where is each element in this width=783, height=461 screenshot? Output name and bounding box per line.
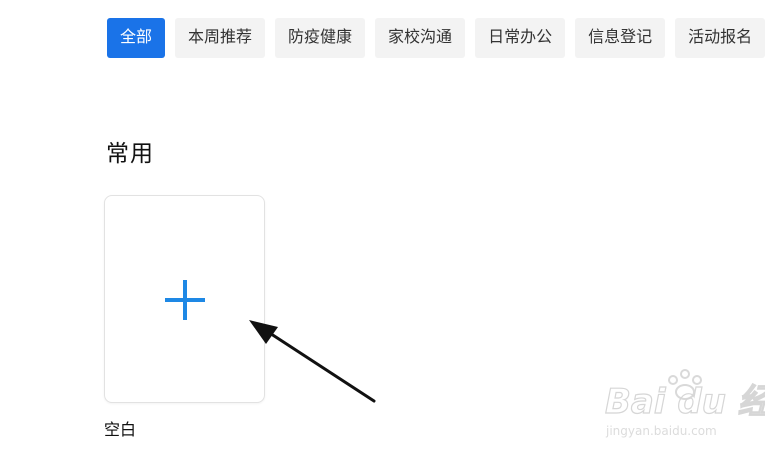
tab-all[interactable]: 全部 [107, 18, 166, 58]
tab-home-school[interactable]: 家校沟通 [375, 18, 466, 58]
tab-daily-office[interactable]: 日常办公 [475, 18, 566, 58]
baidu-jingyan-watermark: Bai du 经验 jingyan.baidu.com [605, 369, 765, 438]
section-title: 常用 [106, 140, 154, 166]
blank-template-label: 空白 [104, 422, 137, 439]
category-tabs: 全部 本周推荐 防疫健康 家校沟通 日常办公 信息登记 活动报名 [107, 18, 766, 58]
watermark-brand: Bai du 经验 [605, 382, 765, 422]
tab-event-signup[interactable]: 活动报名 [675, 18, 766, 58]
tab-weekly-recommend[interactable]: 本周推荐 [175, 18, 266, 58]
tab-epidemic-health[interactable]: 防疫健康 [275, 18, 366, 58]
watermark-url: jingyan.baidu.com [605, 424, 717, 438]
tab-info-register[interactable]: 信息登记 [575, 18, 666, 58]
blank-template-card[interactable] [104, 195, 265, 403]
plus-icon [165, 280, 205, 320]
